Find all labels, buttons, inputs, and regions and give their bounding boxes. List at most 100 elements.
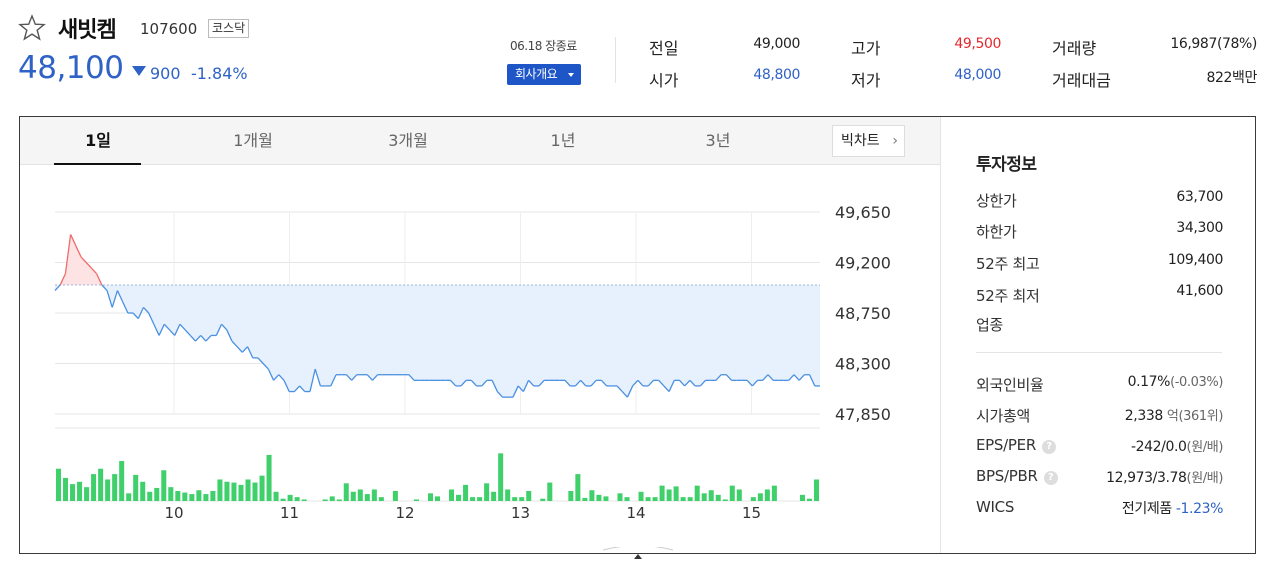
volume-bar xyxy=(771,485,777,501)
52week-low-value: 41,600 xyxy=(1176,283,1223,299)
above-reference-fill xyxy=(55,234,820,285)
volume-bar xyxy=(350,491,356,501)
volume-bar xyxy=(56,468,62,501)
volume-bar xyxy=(140,481,146,501)
volume-bar xyxy=(203,494,209,501)
volume-bar xyxy=(210,491,216,501)
help-icon[interactable]: ? xyxy=(1043,471,1058,485)
volume-bar xyxy=(112,474,118,501)
tab-1month[interactable]: 1개월 xyxy=(208,117,298,165)
eps-per-value: -242/0.0(원/배) xyxy=(1131,436,1223,455)
volume-bar xyxy=(322,499,328,501)
y-tick-label: 49,650 xyxy=(835,203,891,222)
help-icon[interactable]: ? xyxy=(1041,440,1056,454)
favorite-star-icon[interactable] xyxy=(18,14,46,42)
x-tick-label: 10 xyxy=(164,504,183,522)
volume-bar xyxy=(252,482,258,501)
volume-bar xyxy=(266,454,272,501)
volume-bar xyxy=(659,485,665,501)
market-cap: 2,338 xyxy=(1124,408,1163,424)
volume-bar xyxy=(189,494,195,501)
chevron-right-icon: › xyxy=(892,133,898,149)
company-overview-button[interactable]: 회사개요 xyxy=(507,64,581,85)
volume-bar xyxy=(813,479,819,501)
volume-bar xyxy=(105,479,111,501)
volume-bar xyxy=(161,470,167,501)
volume-bar xyxy=(119,461,125,501)
volume-bar xyxy=(449,489,455,501)
volume-bar xyxy=(757,493,763,501)
tab-1day[interactable]: 1일 xyxy=(53,117,143,165)
volume-bar xyxy=(126,493,132,501)
low-value: 48,000 xyxy=(954,67,1001,83)
high-label: 고가 xyxy=(851,39,881,58)
trade-amount-label: 거래대금 xyxy=(1052,71,1111,90)
bps-pbr-text: BPS/PBR xyxy=(976,467,1038,485)
volume-bar xyxy=(519,497,525,501)
volume-bar xyxy=(603,496,609,501)
volume-bar xyxy=(505,489,511,501)
volume-bar xyxy=(512,497,518,501)
volume-bar xyxy=(568,491,574,501)
tab-1year[interactable]: 1년 xyxy=(518,117,608,165)
x-tick-label: 11 xyxy=(280,504,299,522)
bps-pbr-value: 12,973/3.78(원/배) xyxy=(1106,467,1223,486)
volume-bar xyxy=(133,474,139,501)
x-tick-label: 14 xyxy=(626,504,645,522)
volume-bar xyxy=(491,491,497,501)
big-chart-button[interactable]: 빅차트 › xyxy=(832,125,905,157)
market-cap-label: 시가총액 xyxy=(976,407,1031,425)
volume-bar xyxy=(231,482,237,501)
volume-bar xyxy=(378,497,384,501)
volume-bar xyxy=(799,494,805,501)
foreign-ratio: 0.17% xyxy=(1127,374,1171,390)
volume-bar xyxy=(196,490,202,501)
foreign-ratio-value: 0.17%(-0.03%) xyxy=(1127,374,1224,390)
low-label: 저가 xyxy=(851,71,881,90)
volume-bar xyxy=(575,474,581,501)
trade-amount-value: 822백만 xyxy=(1206,70,1258,86)
foreign-ratio-label: 외국인비율 xyxy=(976,376,1044,394)
price-change: 900 xyxy=(150,64,181,83)
collapse-toggle-icon[interactable] xyxy=(603,547,673,561)
volume-bar xyxy=(715,494,721,501)
volume-bar xyxy=(336,499,342,501)
volume-bar xyxy=(540,498,546,501)
eps-per-text: EPS/PER xyxy=(976,436,1036,454)
open-label: 시가 xyxy=(649,71,679,90)
tab-3years[interactable]: 3년 xyxy=(673,117,763,165)
volume-bar xyxy=(301,499,307,501)
52week-high-label: 52주 최고 xyxy=(976,255,1040,273)
tab-3months[interactable]: 3개월 xyxy=(363,117,453,165)
volume-bar xyxy=(722,499,728,501)
volume-bar xyxy=(413,499,419,501)
volume-bar xyxy=(701,493,707,501)
prev-close-value: 49,000 xyxy=(753,36,800,52)
volume-bar xyxy=(343,483,349,501)
eps-per-unit: (원/배) xyxy=(1186,440,1224,455)
volume-bar xyxy=(273,491,279,501)
wics-value[interactable]: 전기제품 -1.23% xyxy=(1122,498,1224,518)
x-tick-label: 13 xyxy=(511,504,530,522)
volume-bar xyxy=(526,491,532,501)
volume-bar xyxy=(98,468,104,501)
header-divider xyxy=(615,37,616,83)
volume-bar xyxy=(652,497,658,501)
volume-bar xyxy=(294,497,300,501)
volume-bar xyxy=(427,493,433,501)
y-tick-label: 49,200 xyxy=(835,254,891,273)
volume-bar xyxy=(434,496,441,501)
volume-bar xyxy=(287,494,293,501)
market-cap-value: 2,338 억(361위) xyxy=(1124,405,1224,424)
volume-bar xyxy=(666,489,672,501)
company-overview-label: 회사개요 xyxy=(515,67,558,81)
market-badge: 코스닥 xyxy=(208,19,250,38)
wics-label: WICS xyxy=(976,498,1015,516)
volume-bar xyxy=(217,479,223,501)
x-tick-label: 15 xyxy=(742,504,761,522)
volume-bar xyxy=(245,479,251,501)
volume-bar xyxy=(357,489,363,501)
high-value: 49,500 xyxy=(954,36,1001,52)
period-tab-bar xyxy=(20,117,940,165)
volume-bar xyxy=(280,498,286,501)
